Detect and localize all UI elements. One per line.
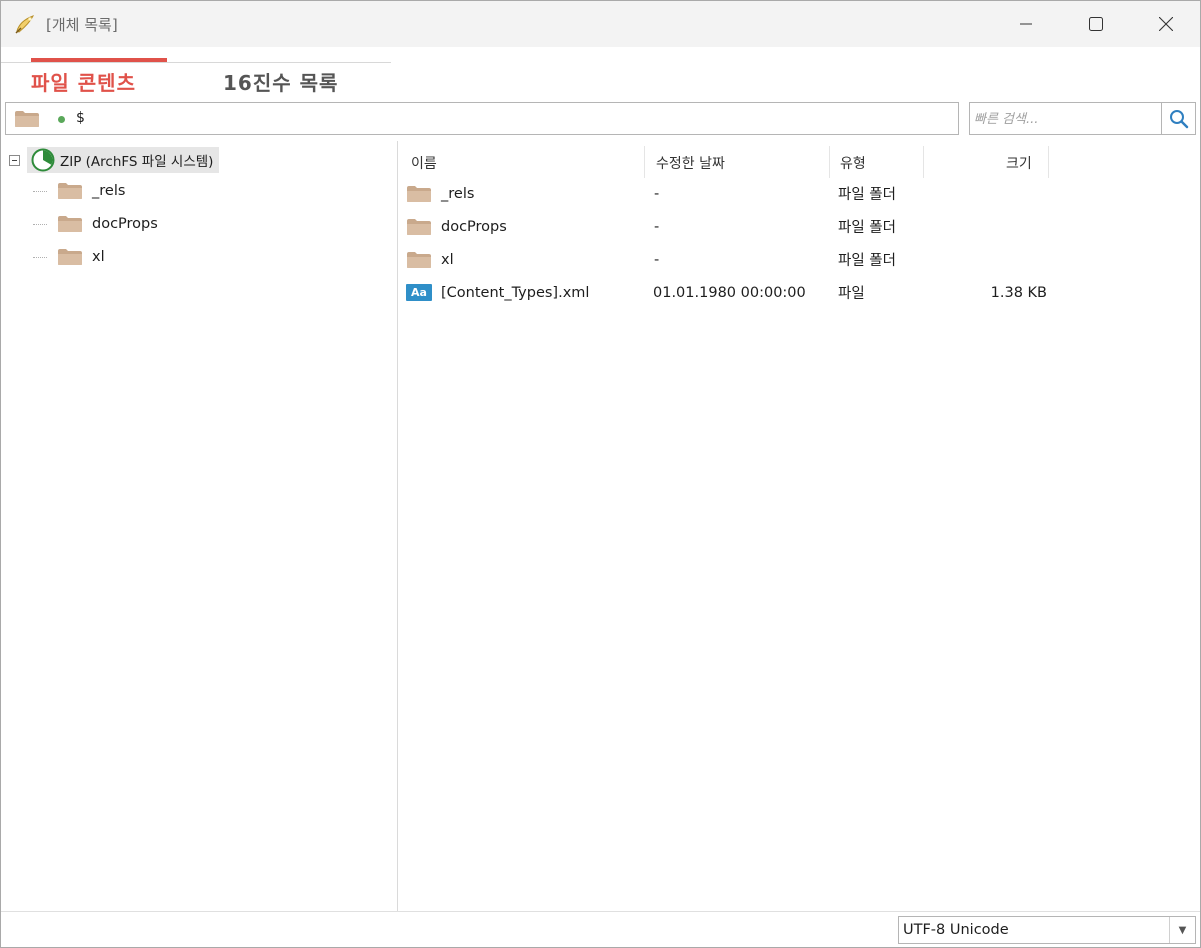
minimize-icon bbox=[1020, 23, 1032, 25]
tab-strip: 파일 콘텐츠 16진수 목록 bbox=[1, 47, 1200, 101]
chevron-down-icon[interactable]: ▼ bbox=[1169, 917, 1195, 943]
column-separator[interactable] bbox=[829, 146, 830, 178]
object-list-window: [개체 목록] 파일 콘텐츠 16진수 목록 $ 빠른 검색... ZIP (A… bbox=[0, 0, 1201, 948]
maximize-icon bbox=[1089, 17, 1103, 31]
row-size bbox=[959, 243, 1047, 276]
active-tab-indicator bbox=[31, 58, 167, 62]
folder-icon bbox=[58, 216, 82, 232]
tree-connector bbox=[33, 223, 47, 225]
row-type: 파일 폴더 bbox=[838, 253, 896, 269]
tab-hex-list[interactable]: 16진수 목록 bbox=[223, 67, 338, 96]
folder-icon bbox=[15, 111, 39, 127]
column-separator[interactable] bbox=[923, 146, 924, 178]
tree-item-xl[interactable]: xl bbox=[31, 243, 105, 271]
row-size: 1.38 KB bbox=[990, 284, 1047, 301]
close-icon bbox=[1159, 17, 1173, 31]
folder-icon bbox=[407, 251, 431, 268]
row-modified: - bbox=[654, 251, 660, 268]
tree-item-docprops[interactable]: docProps bbox=[31, 210, 158, 238]
row-name: docProps bbox=[441, 218, 507, 235]
collapse-toggle[interactable] bbox=[9, 154, 20, 166]
row-modified: - bbox=[654, 218, 660, 235]
row-type: 파일 bbox=[838, 286, 865, 302]
text-file-icon: Aa bbox=[406, 284, 432, 301]
path-bar[interactable]: $ bbox=[5, 102, 959, 135]
list-row[interactable]: _rels - 파일 폴더 bbox=[399, 177, 1200, 210]
search-input[interactable] bbox=[974, 109, 1154, 129]
file-list-pane[interactable]: 이름 수정한 날짜 유형 크기 _rels - 파일 폴더 docProps -… bbox=[399, 141, 1200, 911]
maximize-button[interactable] bbox=[1061, 1, 1131, 47]
row-icon-cell bbox=[406, 177, 432, 210]
status-bar: UTF-8 Unicode ▼ bbox=[1, 911, 1200, 947]
row-name: xl bbox=[441, 251, 454, 268]
tree-root-label: ZIP (ArchFS 파일 시스템) bbox=[60, 154, 214, 170]
search-icon bbox=[1169, 109, 1188, 128]
row-name: [Content_Types].xml bbox=[441, 284, 590, 301]
column-header-name[interactable]: 이름 bbox=[411, 146, 437, 180]
column-separator[interactable] bbox=[1048, 146, 1049, 178]
tree-connector bbox=[33, 190, 47, 192]
tree-item-rels[interactable]: _rels bbox=[31, 177, 125, 205]
tree-pane[interactable]: ZIP (ArchFS 파일 시스템) _rels docProps xl bbox=[1, 141, 398, 911]
row-type: 파일 폴더 bbox=[838, 187, 896, 203]
tree-root-selection[interactable]: ZIP (ArchFS 파일 시스템) bbox=[27, 147, 220, 173]
tree-connector bbox=[33, 256, 47, 258]
search-box[interactable] bbox=[969, 102, 1162, 135]
tree-item-label: xl bbox=[92, 249, 105, 265]
row-size bbox=[959, 177, 1047, 210]
encoding-select[interactable]: UTF-8 Unicode ▼ bbox=[898, 916, 1196, 944]
row-name: _rels bbox=[441, 185, 475, 202]
tree-item-label: docProps bbox=[92, 216, 158, 232]
row-icon-cell bbox=[406, 210, 432, 243]
row-icon-cell: Aa bbox=[406, 276, 432, 309]
tree-item-label: _rels bbox=[92, 183, 126, 199]
window-title: [개체 목록] bbox=[46, 16, 118, 34]
row-modified: 01.01.1980 00:00:00 bbox=[653, 284, 806, 301]
folder-icon bbox=[58, 183, 82, 199]
search-button[interactable] bbox=[1161, 102, 1196, 135]
folder-icon bbox=[407, 185, 431, 202]
minimize-button[interactable] bbox=[991, 1, 1061, 47]
row-icon-cell bbox=[406, 243, 432, 276]
folder-icon bbox=[407, 218, 431, 235]
tree-root-node[interactable]: ZIP (ArchFS 파일 시스템) bbox=[9, 146, 220, 174]
row-size bbox=[959, 210, 1047, 243]
row-type: 파일 폴더 bbox=[838, 220, 896, 236]
column-header-modified[interactable]: 수정한 날짜 bbox=[656, 146, 725, 180]
list-row[interactable]: Aa [Content_Types].xml 01.01.1980 00:00:… bbox=[399, 276, 1200, 309]
column-header-type[interactable]: 유형 bbox=[840, 146, 866, 180]
column-separator[interactable] bbox=[644, 146, 645, 178]
path-text: $ bbox=[76, 110, 85, 126]
tab-divider bbox=[1, 62, 391, 63]
list-row[interactable]: xl - 파일 폴더 bbox=[399, 243, 1200, 276]
encoding-value: UTF-8 Unicode bbox=[903, 922, 1009, 938]
title-bar[interactable]: [개체 목록] bbox=[1, 1, 1200, 47]
folder-icon bbox=[58, 249, 82, 265]
close-button[interactable] bbox=[1131, 1, 1201, 47]
row-modified: - bbox=[654, 185, 660, 202]
status-dot bbox=[58, 116, 65, 123]
app-icon bbox=[15, 15, 35, 34]
column-header-size[interactable]: 크기 bbox=[1006, 146, 1032, 180]
zip-filesystem-icon bbox=[31, 148, 55, 172]
list-row[interactable]: docProps - 파일 폴더 bbox=[399, 210, 1200, 243]
tab-file-contents[interactable]: 파일 콘텐츠 bbox=[31, 67, 136, 96]
